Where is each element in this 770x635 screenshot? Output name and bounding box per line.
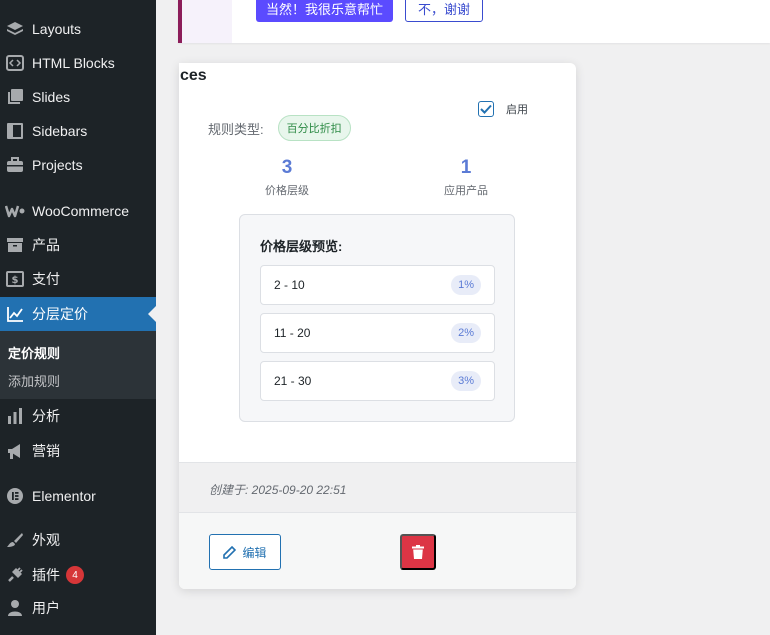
checkmark-icon [480, 104, 492, 114]
card-actions: 编辑 [179, 512, 576, 589]
code-icon [5, 53, 25, 73]
sidebar-item-label: 插件 [32, 567, 60, 583]
tier-row: 11 - 20 2% [260, 313, 495, 353]
stat-product-count: 1 应用产品 [406, 157, 526, 198]
sidebar-item-label: 支付 [32, 271, 60, 287]
stat-tier-count: 3 价格层级 [227, 157, 347, 198]
sidebar-item-layouts[interactable]: Layouts [0, 12, 156, 46]
sidebar-item-label: 外观 [32, 532, 60, 548]
stat-label: 应用产品 [444, 185, 488, 197]
svg-text:$: $ [12, 275, 19, 286]
sidebar-item-label: Projects [32, 157, 83, 173]
enable-checkbox[interactable] [478, 101, 494, 117]
admin-sidebar: Layouts HTML Blocks Slides Sidebars Proj… [0, 0, 156, 635]
sidebar-item-plugins[interactable]: 插件 4 [0, 558, 156, 592]
submenu-item-add-rule[interactable]: 添加规则 [8, 371, 60, 390]
rule-type-row: 规则类型: 百分比折扣 [208, 115, 351, 141]
edit-button[interactable]: 编辑 [209, 534, 281, 570]
tier-range: 2 - 10 [274, 278, 305, 292]
notice-accent [182, 0, 232, 43]
sidebar-item-marketing[interactable]: 营销 [0, 434, 156, 468]
brush-icon [5, 530, 25, 550]
tier-discount-badge: 1% [451, 275, 481, 295]
plugin-icon [5, 565, 25, 585]
sidebar-item-analytics[interactable]: 分析 [0, 399, 156, 433]
preview-title: 价格层级预览: [260, 239, 343, 254]
sidebar-item-woocommerce[interactable]: WooCommerce [0, 194, 156, 228]
decline-button[interactable]: 不，谢谢 [405, 0, 484, 22]
sidebar-item-label: HTML Blocks [32, 55, 115, 71]
update-count-badge: 4 [66, 566, 84, 584]
sidebar-icon [5, 121, 25, 141]
tier-discount-badge: 3% [451, 371, 481, 391]
pencil-icon [223, 545, 237, 559]
sidebar-item-label: 营销 [32, 443, 60, 459]
rule-type-badge: 百分比折扣 [277, 115, 351, 141]
user-icon [5, 598, 25, 618]
sidebar-item-label: Layouts [32, 21, 82, 37]
trash-icon [412, 545, 424, 559]
sidebar-item-products[interactable]: 产品 [0, 228, 156, 262]
woocommerce-icon [5, 201, 25, 221]
card-meta: 创建于: 2025-09-20 22:51 [179, 462, 576, 512]
slides-icon [5, 87, 25, 107]
sidebar-item-label: 产品 [32, 237, 60, 253]
sidebar-item-slides[interactable]: Slides [0, 80, 156, 114]
sidebar-item-payments[interactable]: $ 支付 [0, 262, 156, 296]
tier-range: 11 - 20 [274, 326, 311, 340]
sidebar-item-users[interactable]: 用户 [0, 591, 156, 625]
edit-label: 编辑 [242, 545, 267, 560]
chart-line-icon [5, 304, 25, 324]
sidebar-item-label: Slides [32, 89, 71, 105]
sidebar-item-appearance[interactable]: 外观 [0, 523, 156, 557]
sidebar-item-projects[interactable]: Projects [0, 148, 156, 182]
layers-icon [5, 19, 25, 39]
stat-value: 3 [281, 157, 293, 178]
bar-chart-icon [5, 406, 25, 426]
delete-button[interactable] [400, 534, 436, 570]
sidebar-item-html-blocks[interactable]: HTML Blocks [0, 46, 156, 80]
rule-type-label: 规则类型: [208, 121, 264, 137]
sidebar-item-label: 用户 [32, 600, 60, 616]
enable-label: 启用 [506, 104, 528, 116]
created-date: 创建于: 2025-09-20 22:51 [209, 483, 347, 497]
sidebar-item-elementor[interactable]: Elementor [0, 479, 156, 513]
stat-value: 1 [460, 157, 472, 178]
sidebar-item-tiered-pricing[interactable]: 分层定价 [0, 297, 156, 331]
sidebar-item-label: Sidebars [32, 123, 88, 139]
accept-help-button[interactable]: 当然！我很乐意帮忙 [256, 0, 394, 22]
sidebar-item-sidebars[interactable]: Sidebars [0, 114, 156, 148]
submenu: 定价规则 添加规则 [0, 331, 156, 399]
tier-row: 2 - 10 1% [260, 265, 495, 305]
sidebar-item-label: WooCommerce [32, 203, 129, 219]
tier-range: 21 - 30 [274, 374, 312, 388]
sidebar-item-label: Elementor [32, 488, 96, 504]
elementor-icon [5, 486, 25, 506]
archive-icon [5, 235, 25, 255]
sidebar-item-label: 分析 [32, 408, 60, 424]
megaphone-icon [5, 441, 25, 461]
rule-title: ces [180, 67, 207, 84]
tier-discount-badge: 2% [451, 323, 481, 343]
submenu-item-pricing-rules[interactable]: 定价规则 [8, 343, 60, 362]
dollar-icon: $ [5, 269, 25, 289]
pricing-rule-card: ces 启用 规则类型: 百分比折扣 3 价格层级 1 应用产品 价格层级预览:… [179, 63, 576, 589]
tier-row: 21 - 30 3% [260, 361, 495, 401]
admin-notice: 当然！我很乐意帮忙 不，谢谢 [178, 0, 770, 43]
active-indicator [148, 306, 156, 322]
sidebar-item-label: 分层定价 [32, 306, 88, 322]
enable-toggle[interactable]: 启用 [478, 101, 528, 117]
tier-preview: 价格层级预览: 2 - 10 1% 11 - 20 2% 21 - 30 3% [239, 214, 515, 422]
briefcase-icon [5, 155, 25, 175]
stat-label: 价格层级 [265, 185, 309, 197]
